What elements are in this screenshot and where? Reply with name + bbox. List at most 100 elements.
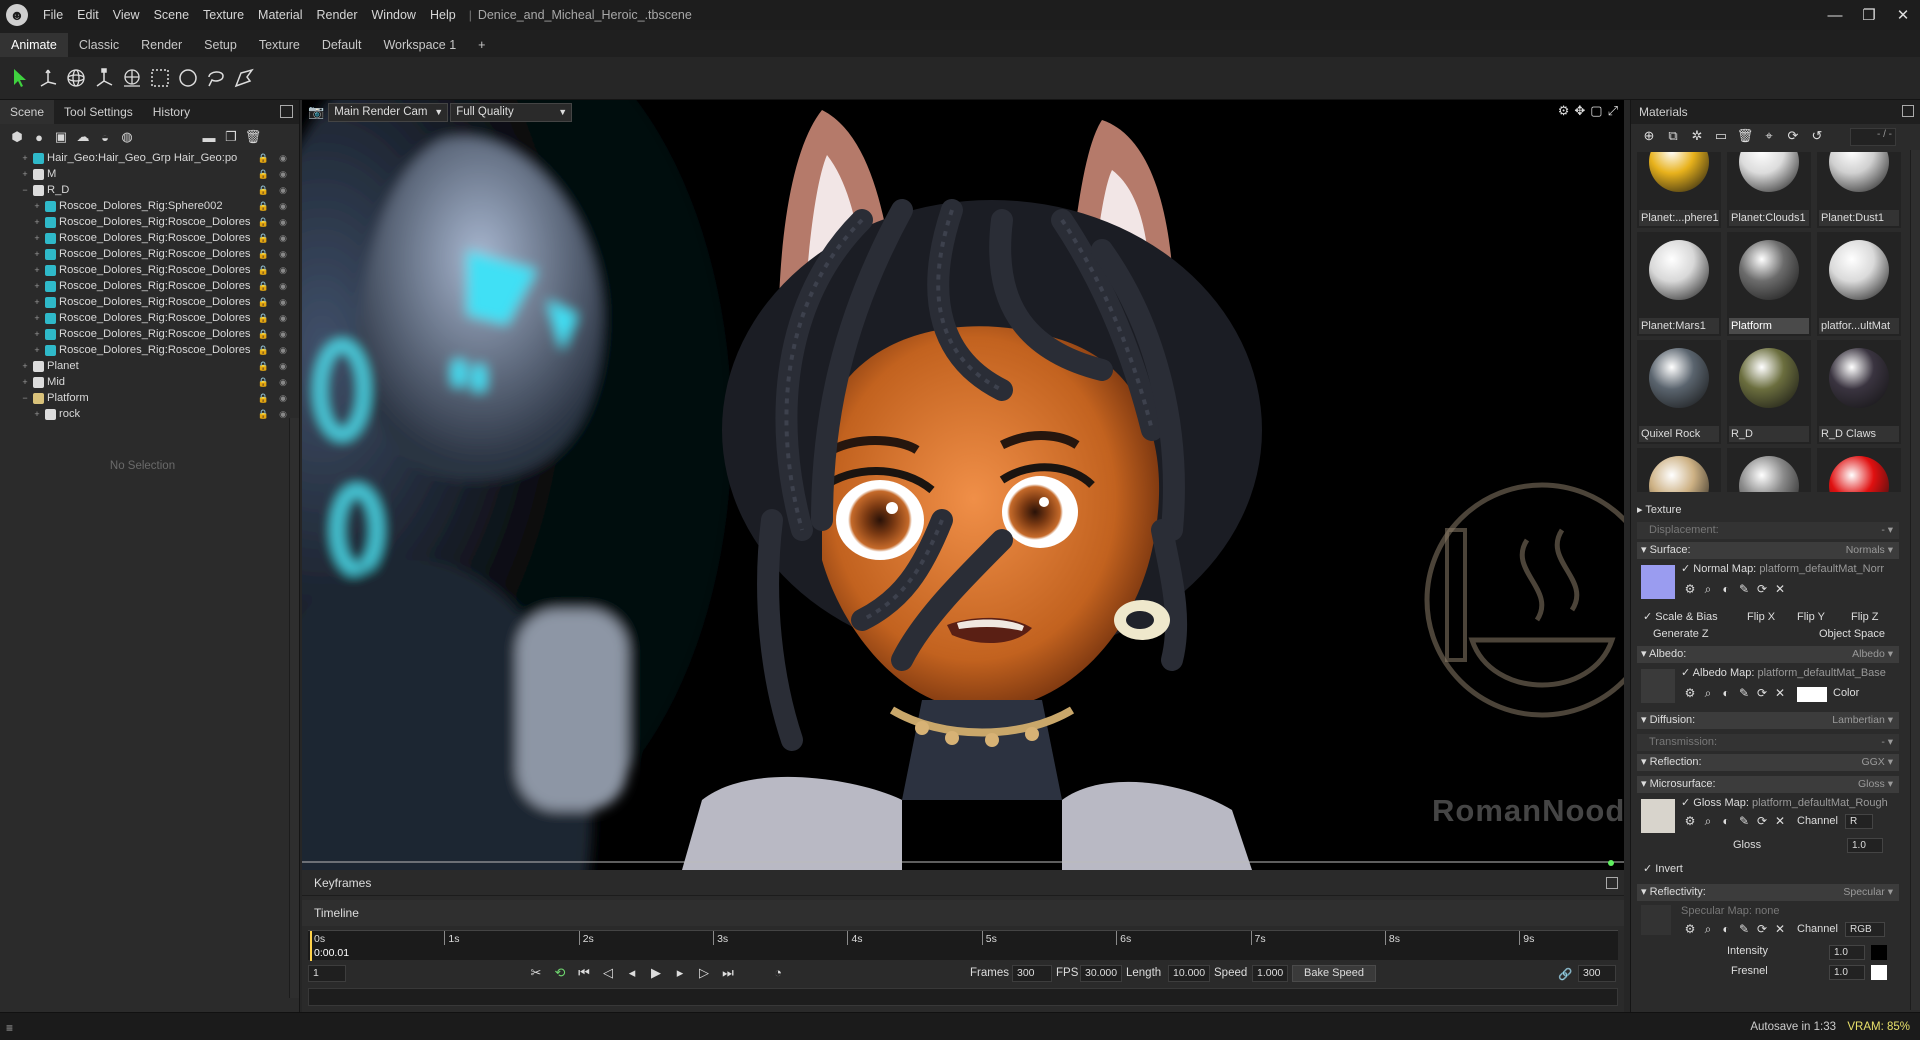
expander-icon[interactable]: +	[32, 409, 42, 419]
displacement-section[interactable]: Displacement: - ▾	[1637, 522, 1899, 539]
invert-checkbox[interactable]: ✓ Invert	[1643, 861, 1683, 878]
generate-z-checkbox[interactable]: Generate Z	[1653, 626, 1709, 643]
right-scrollbar[interactable]	[1910, 150, 1920, 1010]
duplicate-icon[interactable]: ❐	[220, 127, 242, 147]
material-tile[interactable]: R_D	[1727, 340, 1811, 444]
speed-field[interactable]: 1.000	[1252, 965, 1288, 982]
albedo-section[interactable]: ▾ Albedo: Albedo ▾	[1637, 646, 1899, 663]
bake-speed-button[interactable]: Bake Speed	[1292, 965, 1376, 982]
expander-icon[interactable]: +	[32, 249, 42, 259]
visibility-eye-icon[interactable]: ◉	[279, 153, 287, 164]
swap-icon[interactable]: ◐	[1717, 581, 1735, 598]
gloss-map-thumbnail[interactable]	[1641, 799, 1675, 833]
expander-icon[interactable]: +	[32, 233, 42, 243]
lock-icon[interactable]: 🔒	[258, 249, 269, 260]
swap-icon[interactable]: ◐	[1717, 813, 1735, 830]
lock-icon[interactable]: 🔒	[258, 377, 269, 388]
panel-expand-icon[interactable]	[1606, 877, 1618, 889]
menu-help[interactable]: Help	[423, 8, 463, 22]
expander-icon[interactable]: −	[20, 393, 30, 403]
menu-view[interactable]: View	[106, 8, 147, 22]
tab-setup[interactable]: Setup	[193, 33, 248, 57]
tree-row[interactable]: − R_D 🔒 ◉	[0, 182, 299, 198]
flip-x-checkbox[interactable]: Flip X	[1747, 609, 1775, 626]
material-tile[interactable]	[1637, 448, 1721, 492]
time-ruler[interactable]: 0:00.01 0s 1s 2s 3s 4s 5s 6s 7s 8s 9s	[308, 930, 1618, 961]
scale-bias-checkbox[interactable]: ✓ Scale & Bias	[1643, 609, 1718, 626]
normal-map-thumbnail[interactable]	[1641, 565, 1675, 599]
fresnel-color-swatch[interactable]	[1871, 965, 1887, 980]
intensity-color-swatch[interactable]	[1871, 945, 1887, 960]
search-icon[interactable]: ⌕	[1699, 921, 1717, 938]
tab-history[interactable]: History	[143, 100, 200, 124]
expander-icon[interactable]: +	[32, 265, 42, 275]
expander-icon[interactable]: +	[20, 169, 30, 179]
tab-default[interactable]: Default	[311, 33, 373, 57]
add-fog-icon[interactable]: ◍	[116, 127, 138, 147]
specular-map-thumbnail[interactable]	[1641, 905, 1671, 935]
tree-row[interactable]: + Planet 🔒 ◉	[0, 358, 299, 374]
camera-select[interactable]: Main Render Cam ▼	[328, 102, 449, 122]
speed-icon[interactable]: ◔	[766, 965, 790, 981]
expander-icon[interactable]: +	[20, 153, 30, 163]
visibility-eye-icon[interactable]: ◉	[279, 169, 287, 180]
expander-icon[interactable]: −	[20, 185, 30, 195]
tab-timeline[interactable]: Timeline	[302, 900, 1624, 926]
add-shape-icon[interactable]: ◒	[94, 127, 116, 147]
rect-select-icon[interactable]	[146, 64, 174, 92]
tree-row[interactable]: + Roscoe_Dolores_Rig:Roscoe_Dolores 🔒 ◉	[0, 278, 299, 294]
link-icon[interactable]: 🔗	[1558, 967, 1572, 981]
tree-row[interactable]: + rock 🔒 ◉	[0, 406, 299, 420]
visibility-eye-icon[interactable]: ◉	[279, 361, 287, 372]
expander-icon[interactable]: +	[20, 361, 30, 371]
add-workspace-button[interactable]: +	[467, 33, 496, 57]
tree-row[interactable]: + Roscoe_Dolores_Rig:Roscoe_Dolores 🔒 ◉	[0, 262, 299, 278]
edit-icon[interactable]: ✎	[1735, 581, 1753, 598]
reload-icon[interactable]: ⟳	[1753, 685, 1771, 702]
lock-icon[interactable]: 🔒	[258, 265, 269, 276]
material-tile[interactable]	[1817, 448, 1901, 492]
object-space-checkbox[interactable]: Object Space	[1819, 626, 1885, 643]
tree-row[interactable]: + Roscoe_Dolores_Rig:Roscoe_Dolores 🔒 ◉	[0, 326, 299, 342]
duplicate-material-icon[interactable]: ⧉	[1661, 128, 1685, 144]
reload-icon[interactable]: ⟳	[1753, 921, 1771, 938]
search-icon[interactable]: ⌕	[1699, 685, 1717, 702]
timeline-track[interactable]	[308, 988, 1618, 1006]
lock-icon[interactable]: 🔒	[258, 329, 269, 340]
pattern-icon[interactable]: ✲	[1685, 128, 1709, 144]
close-icon[interactable]: ✕	[1771, 921, 1789, 938]
render-viewport[interactable]: 📷 Main Render Cam ▼ Full Quality ▼ ⚙ ✥ ▢ ⤢…	[302, 100, 1624, 870]
material-tile[interactable]: R_D Claws	[1817, 340, 1901, 444]
hamburger-icon[interactable]: ≡	[6, 1021, 13, 1035]
visibility-eye-icon[interactable]: ◉	[279, 297, 287, 308]
move-icon[interactable]	[34, 64, 62, 92]
step-back-icon[interactable]: ◁	[596, 965, 620, 981]
scale-icon[interactable]	[90, 64, 118, 92]
expander-icon[interactable]: +	[32, 297, 42, 307]
visibility-eye-icon[interactable]: ◉	[279, 377, 287, 388]
visibility-eye-icon[interactable]: ◉	[279, 249, 287, 260]
edit-icon[interactable]: ✎	[1735, 685, 1753, 702]
edit-icon[interactable]: ✎	[1735, 921, 1753, 938]
frame-icon[interactable]: ▢	[1590, 103, 1602, 119]
select-arrow-icon[interactable]	[6, 64, 34, 92]
lock-icon[interactable]: 🔒	[258, 361, 269, 372]
end-frame-field[interactable]: 300	[1578, 965, 1616, 982]
material-tile[interactable]: platfor...ultMat	[1817, 232, 1901, 336]
tab-texture[interactable]: Texture	[248, 33, 311, 57]
visibility-eye-icon[interactable]: ◉	[279, 409, 287, 420]
app-logo-icon[interactable]: ☻	[6, 4, 28, 26]
close-icon[interactable]: ✕	[1771, 685, 1789, 702]
tree-row[interactable]: + Roscoe_Dolores_Rig:Roscoe_Dolores 🔒 ◉	[0, 230, 299, 246]
search-icon[interactable]: ⌕	[1699, 581, 1717, 598]
close-icon[interactable]: ✕	[1771, 813, 1789, 830]
lock-icon[interactable]: 🔒	[258, 233, 269, 244]
menu-edit[interactable]: Edit	[70, 8, 106, 22]
visibility-eye-icon[interactable]: ◉	[279, 233, 287, 244]
play-icon[interactable]: ▶	[644, 965, 668, 981]
albedo-map-thumbnail[interactable]	[1641, 669, 1675, 703]
tab-classic[interactable]: Classic	[68, 33, 130, 57]
tab-workspace-1[interactable]: Workspace 1	[372, 33, 467, 57]
lock-icon[interactable]: 🔒	[258, 345, 269, 356]
expand-icon[interactable]: ⤢	[1608, 103, 1618, 119]
